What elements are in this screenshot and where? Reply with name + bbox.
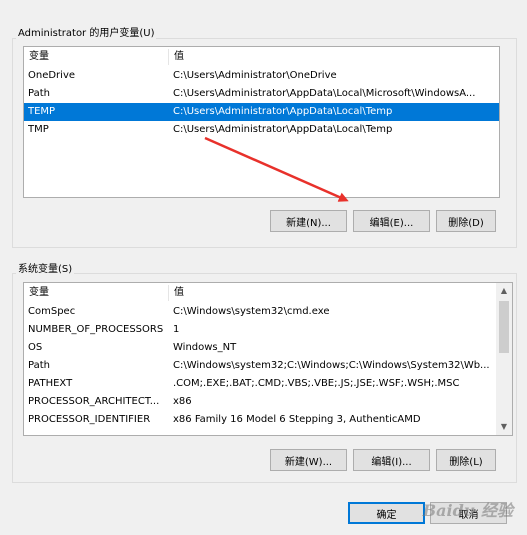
new-user-variable-button[interactable]: 新建(N)... xyxy=(270,210,347,232)
system-variables-group-title: 系统变量(S) xyxy=(16,260,75,275)
system-var-row-os[interactable]: OS Windows_NT xyxy=(24,339,512,357)
scrollbar-thumb[interactable] xyxy=(499,301,509,353)
system-var-row-number-of-processors[interactable]: NUMBER_OF_PROCESSORS 1 xyxy=(24,321,512,339)
column-header-value[interactable]: 值 xyxy=(169,283,184,303)
variable-value: x86 xyxy=(173,396,192,407)
system-var-row-pathext[interactable]: PATHEXT .COM;.EXE;.BAT;.CMD;.VBS;.VBE;.J… xyxy=(24,375,512,393)
variable-name: PROCESSOR_ARCHITECT... xyxy=(28,396,160,407)
system-var-row-processor-identifier[interactable]: PROCESSOR_IDENTIFIER x86 Family 16 Model… xyxy=(24,411,512,429)
delete-system-variable-button[interactable]: 删除(L) xyxy=(436,449,496,471)
variable-value: C:\Windows\system32;C:\Windows;C:\Window… xyxy=(173,360,490,371)
variable-name: ComSpec xyxy=(28,306,76,317)
variable-name: TEMP xyxy=(28,106,56,117)
user-var-row-tmp[interactable]: TMP C:\Users\Administrator\AppData\Local… xyxy=(24,121,499,139)
system-variables-list[interactable]: 变量 值 ComSpec C:\Windows\system32\cmd.exe… xyxy=(23,282,513,436)
system-var-row-path[interactable]: Path C:\Windows\system32;C:\Windows;C:\W… xyxy=(24,357,512,375)
scroll-up-arrow-icon[interactable]: ▲ xyxy=(496,283,512,299)
column-header-variable[interactable]: 变量 xyxy=(24,283,49,303)
variable-value: Windows_NT xyxy=(173,342,237,353)
variable-value: x86 Family 16 Model 6 Stepping 3, Authen… xyxy=(173,414,421,425)
user-variables-list[interactable]: 变量 值 OneDrive C:\Users\Administrator\One… xyxy=(23,46,500,198)
variable-name: NUMBER_OF_PROCESSORS xyxy=(28,324,164,335)
user-var-row-temp[interactable]: TEMP C:\Users\Administrator\AppData\Loca… xyxy=(24,103,499,121)
vertical-scrollbar[interactable]: ▲ ▼ xyxy=(496,283,512,435)
variable-value: C:\Users\Administrator\AppData\Local\Mic… xyxy=(173,88,476,99)
variable-name: OS xyxy=(28,342,43,353)
system-variables-list-header: 变量 值 xyxy=(24,283,512,303)
baidu-watermark: Baidu 经验 xyxy=(422,501,513,520)
variable-value: .COM;.EXE;.BAT;.CMD;.VBS;.VBE;.JS;.JSE;.… xyxy=(173,378,460,389)
edit-user-variable-button[interactable]: 编辑(E)... xyxy=(353,210,430,232)
variable-name: PROCESSOR_IDENTIFIER xyxy=(28,414,151,425)
variable-name: TMP xyxy=(28,124,49,135)
new-system-variable-button[interactable]: 新建(W)... xyxy=(270,449,347,471)
user-var-row-onedrive[interactable]: OneDrive C:\Users\Administrator\OneDrive xyxy=(24,67,499,85)
variable-name: OneDrive xyxy=(28,70,76,81)
system-var-row-comspec[interactable]: ComSpec C:\Windows\system32\cmd.exe xyxy=(24,303,512,321)
variable-name: PATHEXT xyxy=(28,378,73,389)
variable-name: Path xyxy=(28,88,50,99)
variable-name: Path xyxy=(28,360,50,371)
delete-user-variable-button[interactable]: 删除(D) xyxy=(436,210,496,232)
ok-button[interactable]: 确定 xyxy=(348,502,425,524)
system-var-row-processor-architecture[interactable]: PROCESSOR_ARCHITECT... x86 xyxy=(24,393,512,411)
variable-value: C:\Users\Administrator\AppData\Local\Tem… xyxy=(173,106,393,117)
variable-value: 1 xyxy=(173,324,180,335)
column-header-value[interactable]: 值 xyxy=(169,47,184,67)
variable-value: C:\Users\Administrator\AppData\Local\Tem… xyxy=(173,124,393,135)
variable-value: C:\Windows\system32\cmd.exe xyxy=(173,306,330,317)
edit-system-variable-button[interactable]: 编辑(I)... xyxy=(353,449,430,471)
user-variables-list-header: 变量 值 xyxy=(24,47,499,67)
column-header-variable[interactable]: 变量 xyxy=(24,47,49,67)
variable-value: C:\Users\Administrator\OneDrive xyxy=(173,70,337,81)
user-var-row-path[interactable]: Path C:\Users\Administrator\AppData\Loca… xyxy=(24,85,499,103)
scroll-down-arrow-icon[interactable]: ▼ xyxy=(496,419,512,435)
user-variables-group-title: Administrator 的用户变量(U) xyxy=(16,24,157,39)
